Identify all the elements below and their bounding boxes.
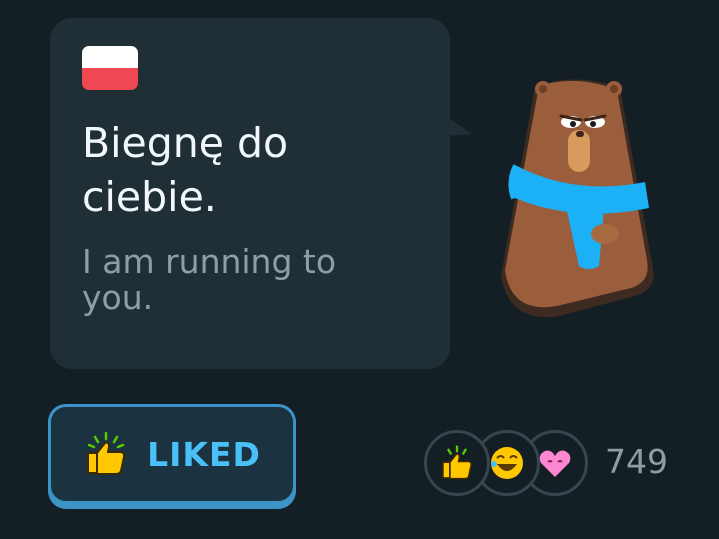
- reaction-summary[interactable]: [422, 430, 592, 502]
- translation-text: I am running to you.: [82, 242, 337, 317]
- poland-flag-icon: [82, 46, 138, 90]
- liked-label: LIKED: [147, 434, 261, 474]
- speech-bubble-tail: [446, 116, 472, 136]
- thumbs-up-icon: [83, 431, 129, 477]
- bear-character-icon: [495, 78, 660, 322]
- liked-button[interactable]: LIKED: [48, 404, 296, 504]
- sentence-text: Biegnę do ciebie.: [82, 119, 289, 221]
- sentence-card: Biegnę do ciebie. I am running to you.: [50, 18, 472, 369]
- reaction-count[interactable]: 749: [605, 440, 668, 484]
- thumbs-up-icon: [424, 430, 490, 496]
